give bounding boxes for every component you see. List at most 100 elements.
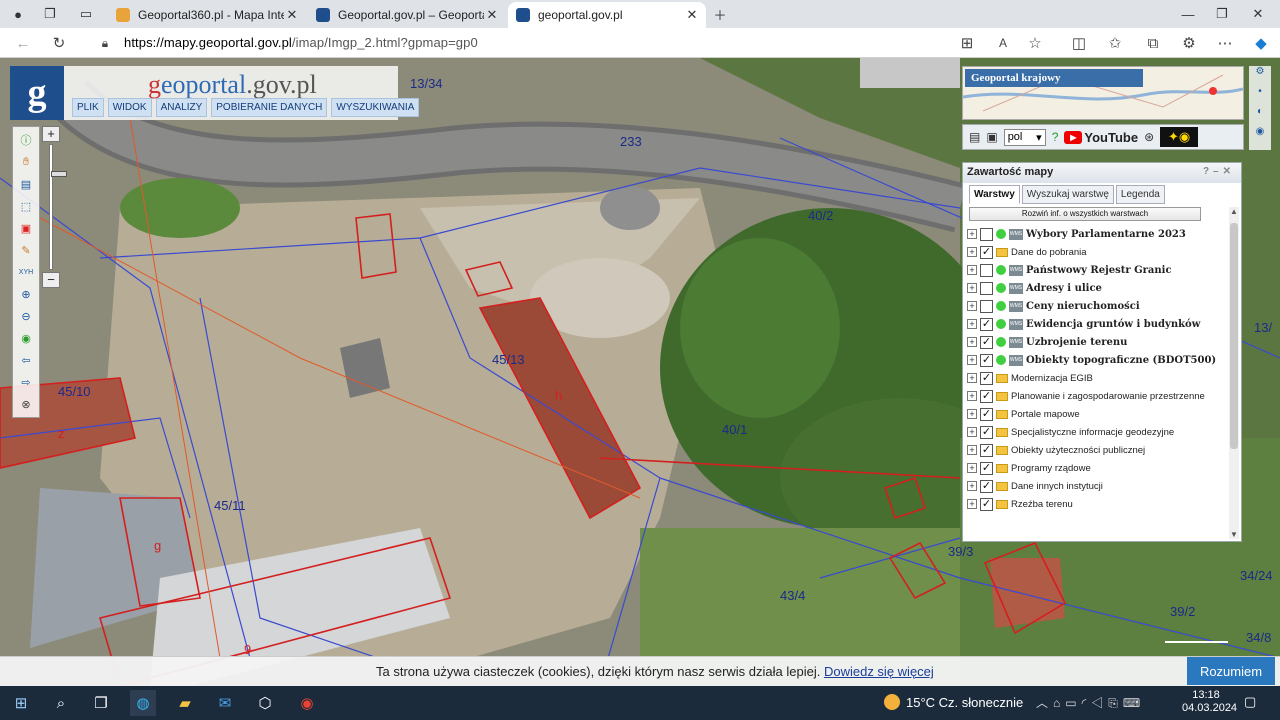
high-contrast-toggle[interactable]: ✦◉ xyxy=(1160,127,1199,147)
more-menu-icon[interactable]: ⋯ xyxy=(1216,34,1234,52)
expand-plus-icon[interactable]: + xyxy=(967,355,977,365)
previous-view-icon[interactable]: ⇦ xyxy=(17,351,35,369)
menu-view[interactable]: WIDOK xyxy=(107,98,152,117)
panel-scrollbar[interactable]: ▲ ▼ xyxy=(1229,207,1239,539)
app-cube-icon[interactable]: ⬡ xyxy=(252,690,278,716)
reload-icon[interactable]: ↻ xyxy=(50,34,68,52)
profile-icon[interactable]: ● xyxy=(8,4,28,24)
geoportal-logo[interactable]: g xyxy=(10,66,64,120)
weather-widget[interactable]: 15°C Cz. słonecznie xyxy=(884,694,1023,710)
zoom-plus-button[interactable]: + xyxy=(42,126,60,142)
youtube-link[interactable]: ▶ YouTube xyxy=(1064,130,1138,145)
layer-checkbox[interactable]: ✓ xyxy=(980,461,993,475)
layer-checkbox[interactable] xyxy=(980,299,993,313)
layer-row[interactable]: + WMS Państwowy Rejestr Granic xyxy=(967,261,1229,279)
layer-checkbox[interactable]: ✓ xyxy=(980,407,993,421)
expand-plus-icon[interactable]: + xyxy=(967,229,977,239)
layer-checkbox[interactable]: ✓ xyxy=(980,317,993,331)
layer-row[interactable]: + ✓ Obiekty użyteczności publicznej xyxy=(967,441,1229,459)
layer-row[interactable]: + WMS Adresy i ulice xyxy=(967,279,1229,297)
expand-plus-icon[interactable]: + xyxy=(967,283,977,293)
scroll-up-icon[interactable]: ▲ xyxy=(1229,207,1239,216)
expand-all-button[interactable]: Rozwiń inf. o wszystkich warstwach xyxy=(969,207,1201,221)
cookie-accept-button[interactable]: Rozumiem xyxy=(1187,657,1275,685)
info-icon[interactable]: ⓘ xyxy=(17,131,35,149)
layer-checkbox[interactable]: ✓ xyxy=(980,371,993,385)
panel-controls[interactable]: ?–✕ xyxy=(1203,166,1235,177)
browser-tab-geoportal-active[interactable]: geoportal.gov.pl ✕ xyxy=(508,2,706,28)
wms-icon[interactable]: ▣ xyxy=(986,130,997,144)
layer-row[interactable]: + ✓ Specjalistyczne informacje geodezyjne xyxy=(967,423,1229,441)
extensions-icon[interactable]: ⚙ xyxy=(1180,34,1198,52)
layer-checkbox[interactable]: ✓ xyxy=(980,425,993,439)
scroll-thumb[interactable] xyxy=(1230,223,1238,449)
layer-row[interactable]: + ✓ WMS Uzbrojenie terenu xyxy=(967,333,1229,351)
close-window-icon[interactable]: ✕ xyxy=(1248,4,1268,24)
layer-row[interactable]: + ✓ Modernizacja EGIB xyxy=(967,369,1229,387)
edge-browser-icon[interactable]: ◍ xyxy=(130,690,156,716)
tab-close-icon[interactable]: ✕ xyxy=(684,7,700,23)
expand-plus-icon[interactable]: + xyxy=(967,427,977,437)
browser-tab-geoportal360[interactable]: Geoportal360.pl - Mapa Interakt ✕ xyxy=(108,2,306,28)
tab-search-layer[interactable]: Wyszukaj warstwę xyxy=(1021,185,1114,204)
layer-checkbox[interactable]: ✓ xyxy=(980,443,993,457)
tab-legend[interactable]: Legenda xyxy=(1115,185,1165,204)
settings-icon[interactable]: ⚙ xyxy=(1249,66,1271,86)
national-geoportal-box[interactable]: Geoportal krajowy xyxy=(962,66,1244,120)
expand-plus-icon[interactable]: + xyxy=(967,409,977,419)
cookie-learn-more-link[interactable]: Dowiedz się więcej xyxy=(824,664,934,679)
layer-checkbox[interactable]: ✓ xyxy=(980,497,993,511)
next-view-icon[interactable]: ⇨ xyxy=(17,373,35,391)
help-icon[interactable]: ? xyxy=(1052,130,1059,144)
map-canvas[interactable]: 13/34 233 40/2 45/13 45/10 40/1 45/11 43… xyxy=(0,58,1280,686)
file-explorer-icon[interactable]: ▰ xyxy=(172,690,198,716)
expand-plus-icon[interactable]: + xyxy=(967,373,977,383)
menu-file[interactable]: PLIK xyxy=(72,98,104,117)
notifications-icon[interactable]: ▢ xyxy=(1244,694,1256,710)
read-aloud-icon[interactable]: A xyxy=(994,34,1012,52)
windows-start-icon[interactable]: ⊞ xyxy=(8,690,34,716)
language-select[interactable]: pol ▾ xyxy=(1003,128,1046,146)
expand-plus-icon[interactable]: + xyxy=(967,445,977,455)
minimize-icon[interactable]: — xyxy=(1178,4,1198,24)
layer-row[interactable]: + ✓ Dane innych instytucji xyxy=(967,477,1229,495)
lock-icon[interactable]: 🔒︎ xyxy=(96,34,114,52)
view-mode-icon[interactable]: ◐ xyxy=(1249,106,1271,126)
zoom-slider[interactable]: + − xyxy=(42,126,67,290)
expand-plus-icon[interactable]: + xyxy=(967,301,977,311)
layer-list-icon[interactable]: ▤ xyxy=(17,175,35,193)
layer-row[interactable]: + ✓ WMS Ewidencja gruntów i budynków xyxy=(967,315,1229,333)
menu-analysis[interactable]: ANALIZY xyxy=(155,98,208,117)
accessibility-icon[interactable]: ⊛ xyxy=(1144,130,1154,144)
layer-checkbox[interactable]: ✓ xyxy=(980,353,993,367)
new-tab-icon[interactable]: ＋ xyxy=(710,4,730,24)
zoom-minus-button[interactable]: − xyxy=(42,272,60,288)
layer-checkbox[interactable] xyxy=(980,263,993,277)
back-icon[interactable]: ← xyxy=(14,34,32,52)
layer-checkbox[interactable]: ✓ xyxy=(980,245,993,259)
expand-plus-icon[interactable]: + xyxy=(967,499,977,509)
layer-row[interactable]: + ✓ Portale mapowe xyxy=(967,405,1229,423)
layer-checkbox[interactable]: ✓ xyxy=(980,335,993,349)
document-icon[interactable]: ▤ xyxy=(969,130,980,144)
collections-icon[interactable]: ⧉ xyxy=(1144,34,1162,52)
menu-download-data[interactable]: POBIERANIE DANYCH xyxy=(211,98,328,117)
layer-row[interactable]: + ✓ WMS Obiekty topograficzne (BDOT500) xyxy=(967,351,1229,369)
tab-close-icon[interactable]: ✕ xyxy=(284,7,300,23)
tab-close-icon[interactable]: ✕ xyxy=(484,7,500,23)
full-extent-icon[interactable]: ◉ xyxy=(17,329,35,347)
visibility-icon[interactable]: ◉ xyxy=(1249,126,1271,146)
layer-row[interactable]: + WMS Wybory Parlamentarne 2023 xyxy=(967,225,1229,243)
xyz-coordinates-icon[interactable]: XYH xyxy=(17,263,35,281)
small-dot-icon[interactable]: • xyxy=(1249,86,1271,106)
layer-checkbox[interactable] xyxy=(980,227,993,241)
measure-pencil-icon[interactable]: ✎ xyxy=(17,241,35,259)
scroll-down-icon[interactable]: ▼ xyxy=(1229,530,1239,539)
app-install-icon[interactable]: ⊞ xyxy=(958,34,976,52)
layer-checkbox[interactable]: ✓ xyxy=(980,479,993,493)
expand-plus-icon[interactable]: + xyxy=(967,481,977,491)
zoom-track[interactable] xyxy=(49,144,67,270)
expand-plus-icon[interactable]: + xyxy=(967,391,977,401)
tab-layers[interactable]: Warstwy xyxy=(969,185,1020,204)
task-view-icon[interactable]: ❐ xyxy=(88,690,114,716)
